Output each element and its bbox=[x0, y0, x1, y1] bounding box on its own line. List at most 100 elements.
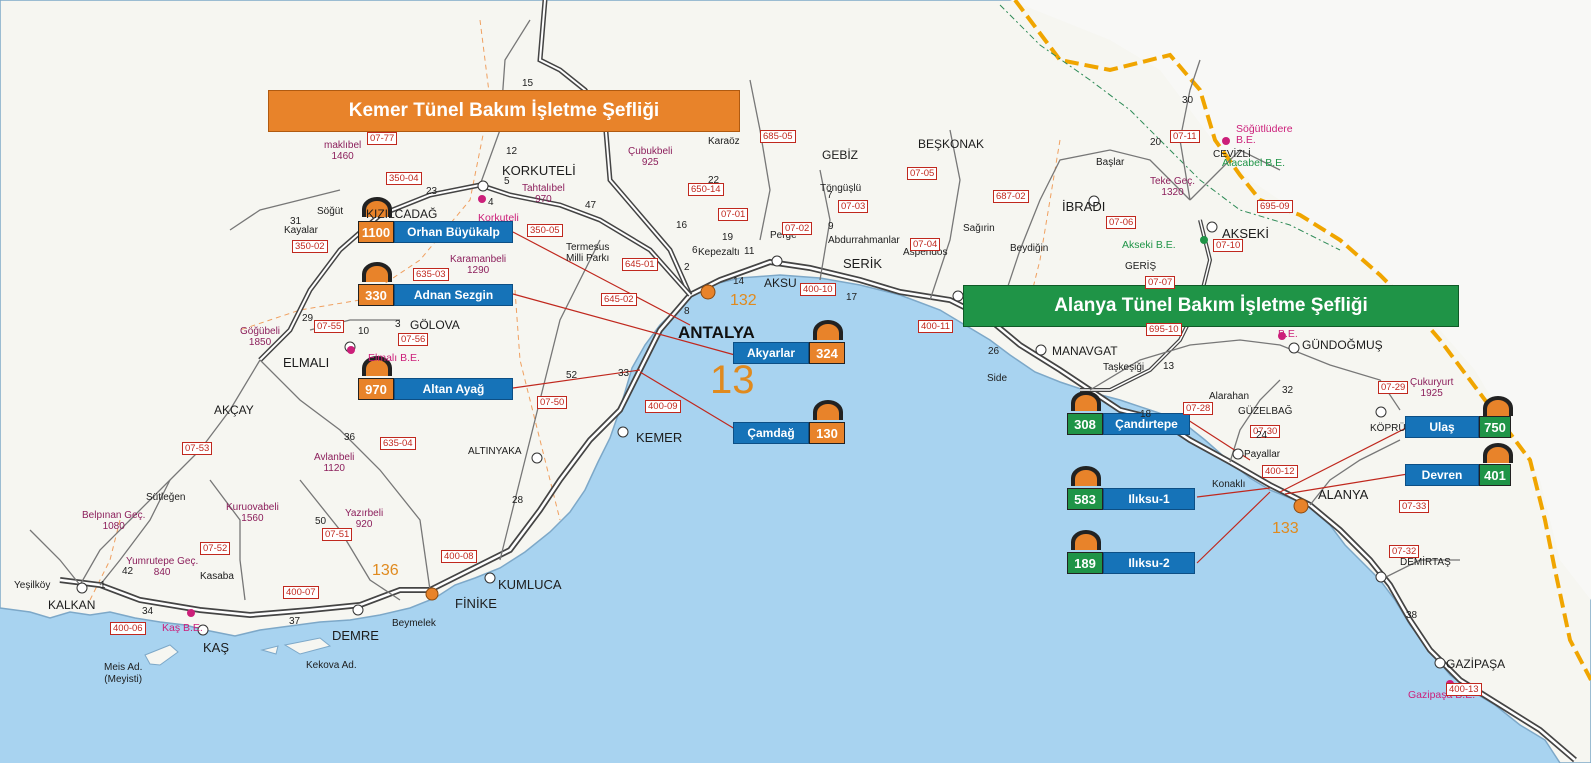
road-code-box: 687-02 bbox=[993, 190, 1029, 203]
tunnel-length: 308 bbox=[1067, 413, 1103, 435]
road-code-box: 07-06 bbox=[1106, 216, 1137, 229]
alanya-banner: Alanya Tünel Bakım İşletme Şefliği bbox=[963, 285, 1459, 327]
road-number: 16 bbox=[676, 220, 688, 231]
place-taskesigi: Taşkeşiği bbox=[1103, 362, 1145, 373]
road-number: 2 bbox=[684, 262, 690, 273]
road-number: 10 bbox=[358, 326, 370, 337]
road-code-box: 400-12 bbox=[1262, 465, 1298, 478]
road-number: 17 bbox=[846, 292, 858, 303]
road-number: 6 bbox=[692, 245, 698, 256]
tunnel-length: 130 bbox=[809, 422, 845, 444]
place-kizilcadag: KIZILCADAĞ bbox=[366, 207, 438, 221]
place-kumluca: KUMLUCA bbox=[498, 577, 562, 592]
place-altinyaka: ALTINYAKA bbox=[468, 446, 522, 457]
pass-yazirbeli: Yazırbeli 920 bbox=[345, 508, 384, 530]
road-code-box: 07-03 bbox=[838, 200, 869, 213]
road-number: 15 bbox=[522, 78, 534, 89]
tunnel-name: Ulaş bbox=[1405, 416, 1479, 438]
road-code-box: 07-77 bbox=[367, 132, 398, 145]
road-code-box: 400-09 bbox=[645, 400, 681, 413]
place-kalkan: KALKAN bbox=[48, 598, 96, 612]
place-korkuteli: KORKUTELİ bbox=[502, 163, 576, 178]
dist-dot-133 bbox=[1293, 498, 1309, 514]
pass-gogubeli: Göğübeli 1850 bbox=[240, 326, 281, 348]
tunnel-icon bbox=[1071, 466, 1101, 486]
place-konakli: Konaklı bbox=[1212, 479, 1246, 490]
road-code-box: 07-05 bbox=[907, 167, 938, 180]
place-karaoz: Karaöz bbox=[708, 136, 740, 147]
place-kasaba: Kasaba bbox=[200, 571, 234, 582]
place-finike: FİNİKE bbox=[455, 596, 497, 611]
road-code-box: 07-28 bbox=[1183, 402, 1214, 415]
road-code-box: 07-07 bbox=[1145, 276, 1176, 289]
road-code-box: 350-05 bbox=[527, 224, 563, 237]
place-alanya: ALANYA bbox=[1318, 487, 1369, 502]
station-sogutludere: Söğütlüdere B.E. bbox=[1236, 123, 1293, 146]
tunnel-ulas[interactable]: Ulaş 750 bbox=[1405, 416, 1511, 438]
distance-133: 133 bbox=[1272, 520, 1299, 537]
place-demirtas: DEMİRTAŞ bbox=[1400, 557, 1451, 568]
road-code-box: 350-04 bbox=[386, 172, 422, 185]
road-number: 36 bbox=[344, 432, 356, 443]
place-kas: KAŞ bbox=[203, 640, 230, 655]
pass-maklibel: maklıbel 1460 bbox=[324, 140, 362, 162]
tunnel-iliksu2[interactable]: 189 Ilıksu-2 bbox=[1067, 552, 1195, 574]
tunnel-candirtepe[interactable]: 308 Çandırtepe bbox=[1067, 413, 1190, 435]
tunnel-length: 189 bbox=[1067, 552, 1103, 574]
place-serik: SERİK bbox=[843, 256, 883, 271]
tunnel-adnan[interactable]: 330 Adnan Sezgin bbox=[358, 284, 513, 306]
station-korkuteli: Korkuteli bbox=[478, 212, 519, 224]
distance-13: 13 bbox=[710, 358, 755, 402]
road-code-box: 07-29 bbox=[1378, 381, 1409, 394]
road-code-box: 400-08 bbox=[441, 550, 477, 563]
tunnel-length: 324 bbox=[809, 342, 845, 364]
tunnel-camdag[interactable]: Çamdağ 130 bbox=[733, 422, 845, 444]
tunnel-iliksu1[interactable]: 583 Ilıksu-1 bbox=[1067, 488, 1195, 510]
akseki-be-marker bbox=[1200, 236, 1208, 244]
road-code-box: 350-02 bbox=[292, 240, 328, 253]
station-alacabel: Alacabel B.E. bbox=[1222, 157, 1286, 169]
tunnel-length: 1100 bbox=[358, 221, 394, 243]
road-number: 18 bbox=[1140, 409, 1152, 420]
distance-136: 136 bbox=[372, 562, 399, 579]
place-meis: Meis Ad. (Meyisti) bbox=[104, 662, 143, 685]
road-number: 47 bbox=[585, 200, 597, 211]
pass-tahtalibel: Tahtalıbel 970 bbox=[522, 183, 565, 205]
road-code-box: 07-51 bbox=[322, 528, 353, 541]
road-number: 19 bbox=[722, 232, 734, 243]
road-number: 24 bbox=[1256, 430, 1268, 441]
road-code-box: 07-53 bbox=[182, 442, 213, 455]
tunnel-altan[interactable]: 970 Altan Ayağ bbox=[358, 378, 513, 400]
place-ibradi: İBRADI bbox=[1062, 199, 1106, 214]
place-sagirin: Sağırin bbox=[963, 223, 995, 234]
road-number: 38 bbox=[1406, 610, 1418, 621]
road-number: 20 bbox=[1150, 137, 1162, 148]
tunnel-devren[interactable]: Devren 401 bbox=[1405, 464, 1511, 486]
road-number: 3 bbox=[395, 319, 401, 330]
road-code-box: 400-06 bbox=[110, 622, 146, 635]
road-number: 50 bbox=[315, 516, 327, 527]
road-code-box: 07-52 bbox=[200, 542, 231, 555]
tunnel-orhan[interactable]: 1100 Orhan Büyükalp bbox=[358, 221, 513, 243]
road-number: 31 bbox=[290, 216, 302, 227]
road-number: 9 bbox=[828, 221, 834, 232]
road-number: 42 bbox=[122, 566, 134, 577]
place-baslar: Başlar bbox=[1096, 157, 1125, 168]
map-canvas bbox=[0, 0, 1591, 763]
station-elmali: Elmalı B.E. bbox=[368, 352, 420, 364]
pass-yumrutepe: Yumrutepe Geç. 840 bbox=[126, 556, 199, 578]
road-number: 52 bbox=[566, 370, 578, 381]
place-antalya: ANTALYA bbox=[678, 323, 755, 342]
road-number: 14 bbox=[733, 276, 745, 287]
tunnel-icon bbox=[362, 262, 392, 282]
dist-dot-132 bbox=[700, 284, 716, 300]
place-payallar: Payallar bbox=[1244, 449, 1281, 460]
road-code-box: 635-03 bbox=[413, 268, 449, 281]
tunnel-length: 750 bbox=[1479, 416, 1511, 438]
pass-karamanbeli: Karamanbeli 1290 bbox=[450, 254, 507, 276]
road-code-box: 400-11 bbox=[918, 320, 953, 333]
road-code-box: 07-56 bbox=[398, 333, 429, 346]
tunnel-name: Devren bbox=[1405, 464, 1479, 486]
place-beydigin: Beydiğin bbox=[1010, 243, 1049, 254]
tunnel-icon bbox=[1483, 443, 1513, 463]
